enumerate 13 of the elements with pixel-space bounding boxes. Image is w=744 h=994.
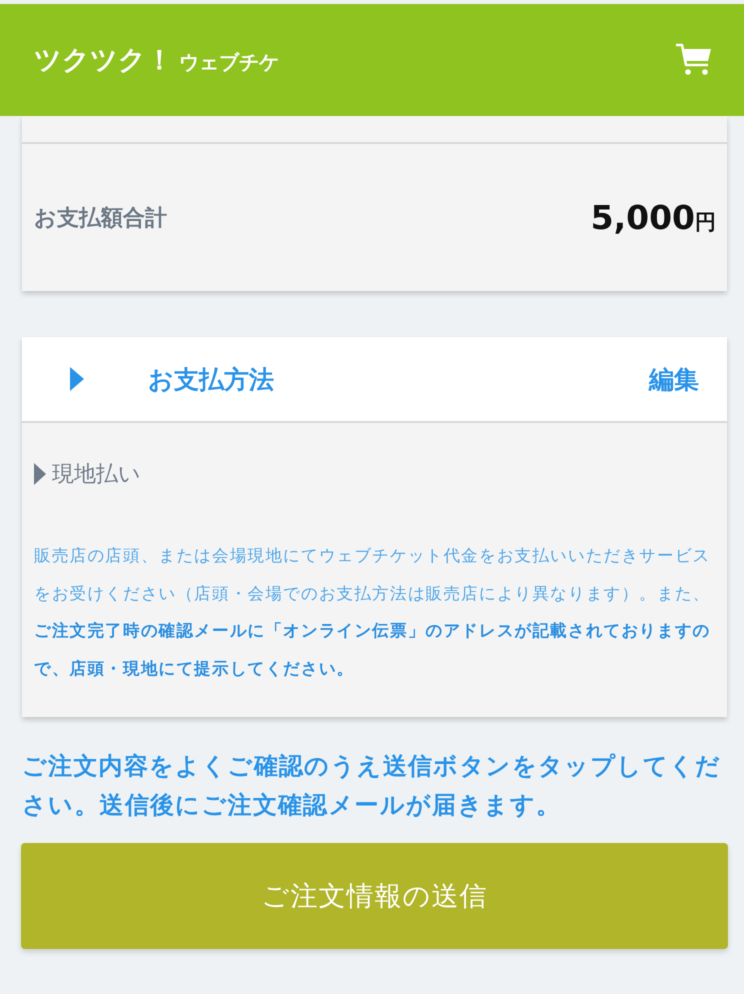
payment-title: お支払方法: [148, 364, 275, 396]
app-subtitle: ウェブチケ: [179, 49, 279, 76]
app-title: ツクツク！: [34, 44, 173, 78]
total-amount: 5,000円: [590, 198, 716, 237]
triangle-icon: [34, 463, 46, 485]
payment-description: 販売店の店頭、または会場現地にてウェブチケット代金をお支払いいただきサービスをお受けください（店頭・会場でのお支払方法は販売店により異なります）。また、ご注文完了時の確認メールに「オンライン伝票」のアドレスが記載されておりますので、店頭・現地にて提示してください。: [34, 545, 712, 680]
notice-text: ご注文内容をよくご確認のうえ送信ボタンをタップしてください。送信後にご注文確認メールが届きます。: [22, 751, 722, 821]
triangle-icon: [70, 367, 84, 391]
payment-method: 現地払い: [52, 461, 141, 489]
submit-button[interactable]: ご注文情報の送信: [21, 843, 728, 949]
total-label: お支払額合計: [34, 204, 167, 232]
cart-icon[interactable]: [676, 43, 712, 77]
edit-link[interactable]: 編集: [649, 362, 699, 396]
